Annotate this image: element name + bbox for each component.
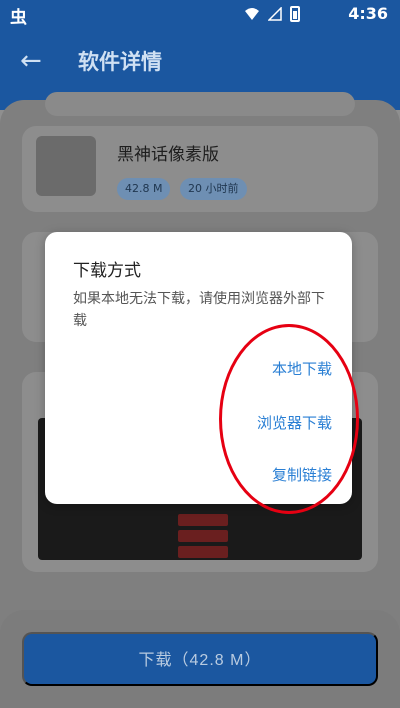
status-icons [244,6,300,22]
page-title: 软件详情 [78,50,162,74]
app-info-card: 黑神话像素版 42.8 M 20 小时前 [22,126,378,212]
download-button[interactable]: 下载（42.8 M） [22,632,378,686]
sheet-handle [45,92,355,116]
app-size-badge: 42.8 M [117,178,171,200]
status-time: 4:36 [348,4,388,23]
app-icon [36,136,96,196]
screenshot-menu-line [178,546,228,558]
battery-icon [290,6,300,22]
status-bar: 虫 4:36 [0,0,400,28]
app-updated-badge: 20 小时前 [180,178,247,200]
local-download-button[interactable]: 本地下载 [272,358,332,379]
copy-link-button[interactable]: 复制链接 [272,464,332,485]
browser-download-button[interactable]: 浏览器下载 [257,412,332,433]
app-name: 黑神话像素版 [117,145,219,165]
wifi-icon [245,8,259,20]
dialog-title: 下载方式 [73,261,141,281]
download-method-dialog: 下载方式 如果本地无法下载，请使用浏览器外部下载 本地下载 浏览器下载 复制链接 [45,232,352,504]
dialog-message: 如果本地无法下载，请使用浏览器外部下载 [73,291,325,329]
app-notification-icon: 虫 [10,8,27,28]
screenshot-menu-line [178,514,228,526]
back-arrow-icon[interactable]: ← [20,46,42,76]
screenshot-menu-line [178,530,228,542]
signal-icon [268,7,282,21]
